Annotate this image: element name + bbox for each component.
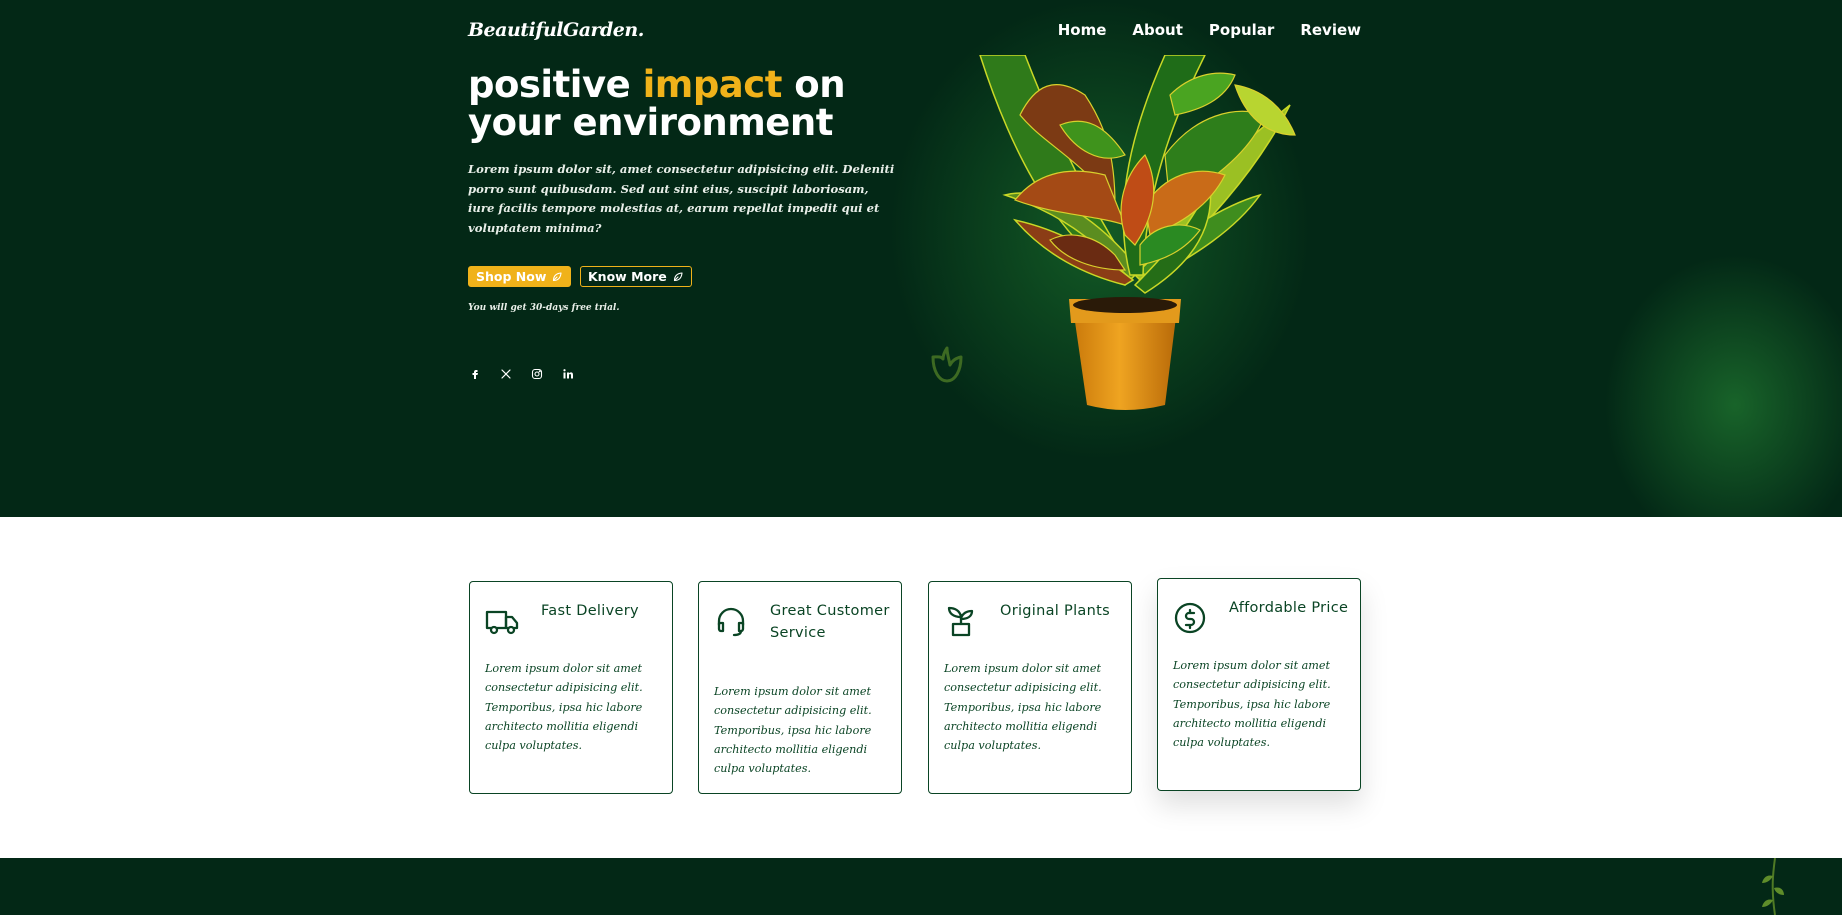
next-section-band: [0, 858, 1842, 915]
feature-title: Great Customer Service: [770, 603, 890, 641]
feature-title: Original Plants: [1000, 603, 1110, 619]
feature-card-service[interactable]: Great Customer Service Lorem ipsum dolor…: [698, 581, 902, 794]
know-more-button[interactable]: Know More: [580, 266, 692, 287]
feature-text: Lorem ipsum dolor sit amet consectetur a…: [485, 662, 643, 753]
know-more-label: Know More: [588, 269, 667, 284]
headline-highlight: impact: [642, 63, 783, 106]
nav-link-popular[interactable]: Popular: [1209, 21, 1274, 39]
nav-link-about[interactable]: About: [1132, 21, 1183, 39]
feature-card-price[interactable]: Affordable Price Lorem ipsum dolor sit a…: [1157, 578, 1361, 791]
x-icon[interactable]: [499, 367, 513, 381]
facebook-icon[interactable]: [468, 367, 482, 381]
main-nav: Home About Popular Review: [1058, 21, 1361, 39]
social-links: [468, 367, 575, 381]
truck-icon: [485, 604, 519, 638]
headline-line2: your environment: [468, 101, 833, 144]
vine-decoration: [1762, 858, 1784, 915]
feature-text: Lorem ipsum dolor sit amet consectetur a…: [714, 685, 872, 776]
potted-croton-image: [979, 55, 1296, 410]
brand-logo[interactable]: BeautifulGarden.: [468, 19, 644, 41]
tulip-icon: [931, 346, 963, 383]
headline-post: on: [781, 63, 846, 106]
feature-title: Fast Delivery: [541, 603, 639, 619]
nav-link-home[interactable]: Home: [1058, 21, 1107, 39]
feature-card-plants[interactable]: Original Plants Lorem ipsum dolor sit am…: [928, 581, 1132, 794]
trial-note: You will get 30-days free trial.: [468, 303, 620, 313]
leaf-icon: [673, 271, 683, 281]
dollar-circle-icon: [1173, 601, 1207, 635]
hero-headline: positive impact on your environment: [468, 63, 846, 144]
hero-description: Lorem ipsum dolor sit, amet consectetur …: [468, 162, 895, 235]
feature-text: Lorem ipsum dolor sit amet consectetur a…: [944, 662, 1102, 753]
hero-section: BeautifulGarden. Home About Popular Revi…: [0, 0, 1842, 517]
headset-icon: [714, 604, 748, 638]
headline-pre: positive: [468, 63, 643, 106]
leaf-icon: [553, 271, 562, 281]
features-section: Fast Delivery Lorem ipsum dolor sit amet…: [0, 517, 1842, 858]
feature-title: Affordable Price: [1229, 600, 1349, 616]
shop-now-button[interactable]: Shop Now: [468, 266, 572, 287]
instagram-icon[interactable]: [530, 367, 544, 381]
nav-link-review[interactable]: Review: [1300, 21, 1361, 39]
feature-text: Lorem ipsum dolor sit amet consectetur a…: [1173, 659, 1331, 750]
feature-card-delivery[interactable]: Fast Delivery Lorem ipsum dolor sit amet…: [469, 581, 673, 794]
linkedin-icon[interactable]: [561, 367, 575, 381]
shop-now-label: Shop Now: [476, 269, 547, 284]
plant-pot-icon: [944, 604, 978, 638]
